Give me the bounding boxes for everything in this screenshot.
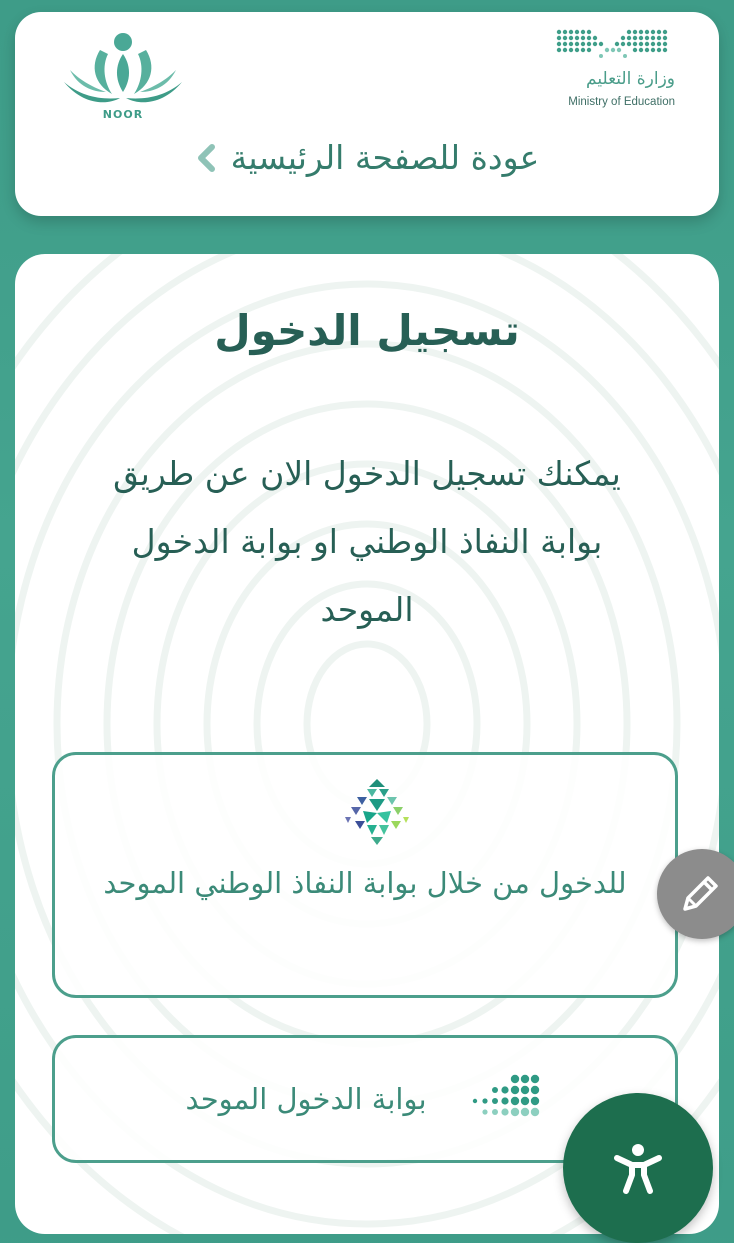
noor-logo: NOOR [60, 30, 186, 126]
page-title: تسجيل الدخول [214, 306, 520, 355]
noor-logo-icon [64, 33, 182, 103]
pencil-icon [683, 876, 718, 911]
moe-name-english: Ministry of Education [568, 96, 675, 108]
login-card: تسجيل الدخول يمكنك تسجيل الدخول الان عن … [15, 254, 719, 1234]
unified-login-logo-icon [472, 1074, 539, 1117]
moe-name-arabic: وزارة التعليم [586, 69, 675, 89]
ministry-of-education-logo: وزارة التعليم Ministry of Education [555, 26, 675, 122]
noor-logo-text: NOOR [102, 108, 144, 121]
nafath-login-button[interactable]: للدخول من خلال بوابة النفاذ الوطني الموح… [52, 752, 678, 998]
back-to-home-link[interactable]: عودة للصفحة الرئيسية [15, 138, 719, 177]
nafath-logo-icon [345, 779, 409, 845]
moe-dots-icon [556, 29, 668, 58]
nafath-login-label: للدخول من خلال بوابة النفاذ الوطني الموح… [103, 866, 627, 900]
unified-login-label: بوابة الدخول الموحد [185, 1082, 427, 1116]
login-description: يمكنك تسجيل الدخول الان عن طريق بوابة ال… [113, 454, 621, 629]
chevron-left-icon [197, 143, 215, 172]
accessibility-floating-button[interactable] [563, 1093, 713, 1243]
back-to-home-label: عودة للصفحة الرئيسية [230, 138, 540, 177]
accessibility-icon [614, 1144, 662, 1194]
header-card: NOOR وزارة التعليم Ministry of Education… [15, 12, 719, 216]
